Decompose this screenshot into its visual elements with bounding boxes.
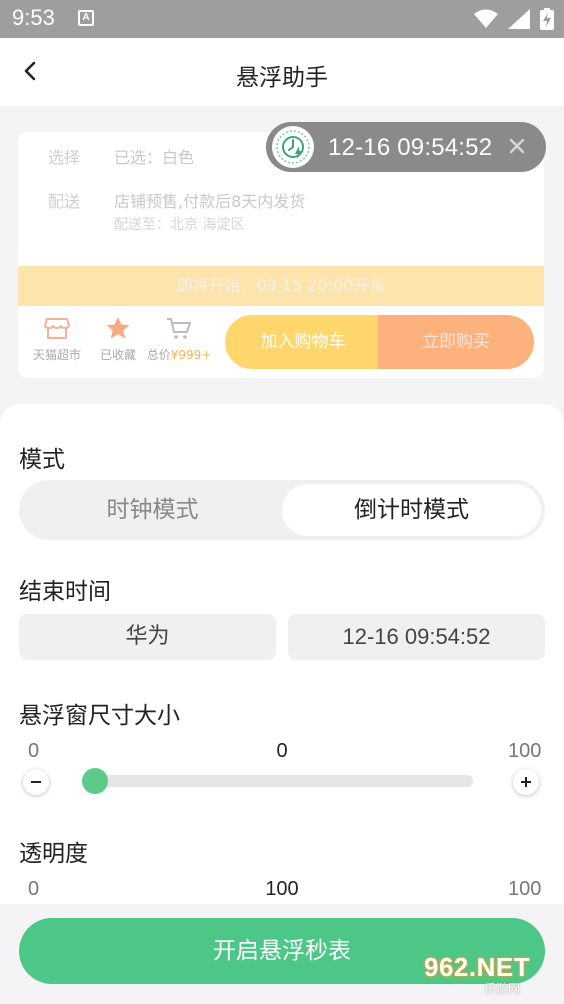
size-slider-thumb[interactable]	[82, 768, 108, 794]
presale-banner: 即将开始，03.15 20:00开售	[18, 266, 544, 306]
status-time: 9:53	[12, 5, 55, 30]
battery-icon	[540, 8, 554, 30]
signal-icon	[508, 9, 530, 29]
product-dock: 天猫超市 已收藏 总价¥999+ 加入购物车 立即购买	[18, 312, 544, 378]
watermark-sub: 乐游网	[484, 982, 521, 996]
status-bar: 9:53 A	[0, 0, 564, 38]
delivery-label: 配送	[48, 192, 81, 211]
favorite-item: 已收藏	[83, 316, 153, 363]
opacity-title: 透明度	[19, 841, 88, 867]
size-slider-track[interactable]	[92, 775, 473, 787]
mode-option-clock[interactable]: 时钟模式	[23, 484, 282, 536]
size-value: 0	[276, 740, 288, 762]
wifi-icon	[474, 9, 498, 28]
buy-now-button: 立即购买	[378, 315, 534, 369]
cart-total-item: 总价¥999+	[144, 316, 214, 363]
mode-title: 模式	[19, 447, 65, 473]
delivery-address: 配送至：北京 海淀区	[114, 217, 245, 233]
opacity-max-label: 100	[508, 878, 542, 900]
end-time-picker[interactable]: 12-16 09:54:52	[288, 614, 545, 660]
floating-timer[interactable]: 12-16 09:54:52	[266, 122, 546, 172]
size-max-label: 100	[508, 740, 542, 762]
total-label: 总价	[146, 348, 171, 362]
time-source-selector[interactable]: 华为	[19, 614, 276, 660]
star-icon	[106, 317, 130, 339]
end-time-title: 结束时间	[19, 579, 111, 605]
delivery-row: 配送 店铺预售,付款后8天内发货	[48, 188, 305, 212]
notification-a-icon: A	[78, 10, 94, 26]
total-price: ¥999+	[170, 348, 212, 362]
shop-item: 天猫超市	[22, 316, 92, 363]
select-row: 选择 已选：白色	[48, 144, 194, 168]
opacity-value: 100	[265, 878, 299, 900]
cart-icon	[167, 318, 191, 339]
store-icon	[44, 318, 70, 339]
system-icons	[474, 8, 554, 30]
page-title: 悬浮助手	[236, 65, 328, 91]
watermark-logo: 962.NET 乐游网	[424, 952, 558, 998]
app-bar: 悬浮助手	[0, 38, 564, 106]
floating-timer-time: 12-16 09:54:52	[328, 134, 493, 161]
mode-option-countdown[interactable]: 倒计时模式	[282, 484, 541, 536]
select-value: 已选：白色	[114, 148, 195, 167]
add-to-cart-button: 加入购物车	[225, 315, 381, 369]
close-icon[interactable]	[506, 135, 528, 157]
size-title: 悬浮窗尺寸大小	[19, 703, 180, 729]
favorite-label: 已收藏	[99, 348, 136, 362]
delivery-value: 店铺预售,付款后8天内发货	[114, 192, 306, 211]
watermark-main: 962.NET	[424, 952, 531, 982]
clock-logo-icon	[272, 126, 314, 168]
mode-segmented-control: 时钟模式 倒计时模式	[19, 480, 545, 540]
select-label: 选择	[48, 148, 81, 167]
size-decrease-icon[interactable]	[23, 769, 49, 795]
size-increase-icon[interactable]	[513, 769, 539, 795]
shop-label: 天猫超市	[32, 348, 81, 362]
